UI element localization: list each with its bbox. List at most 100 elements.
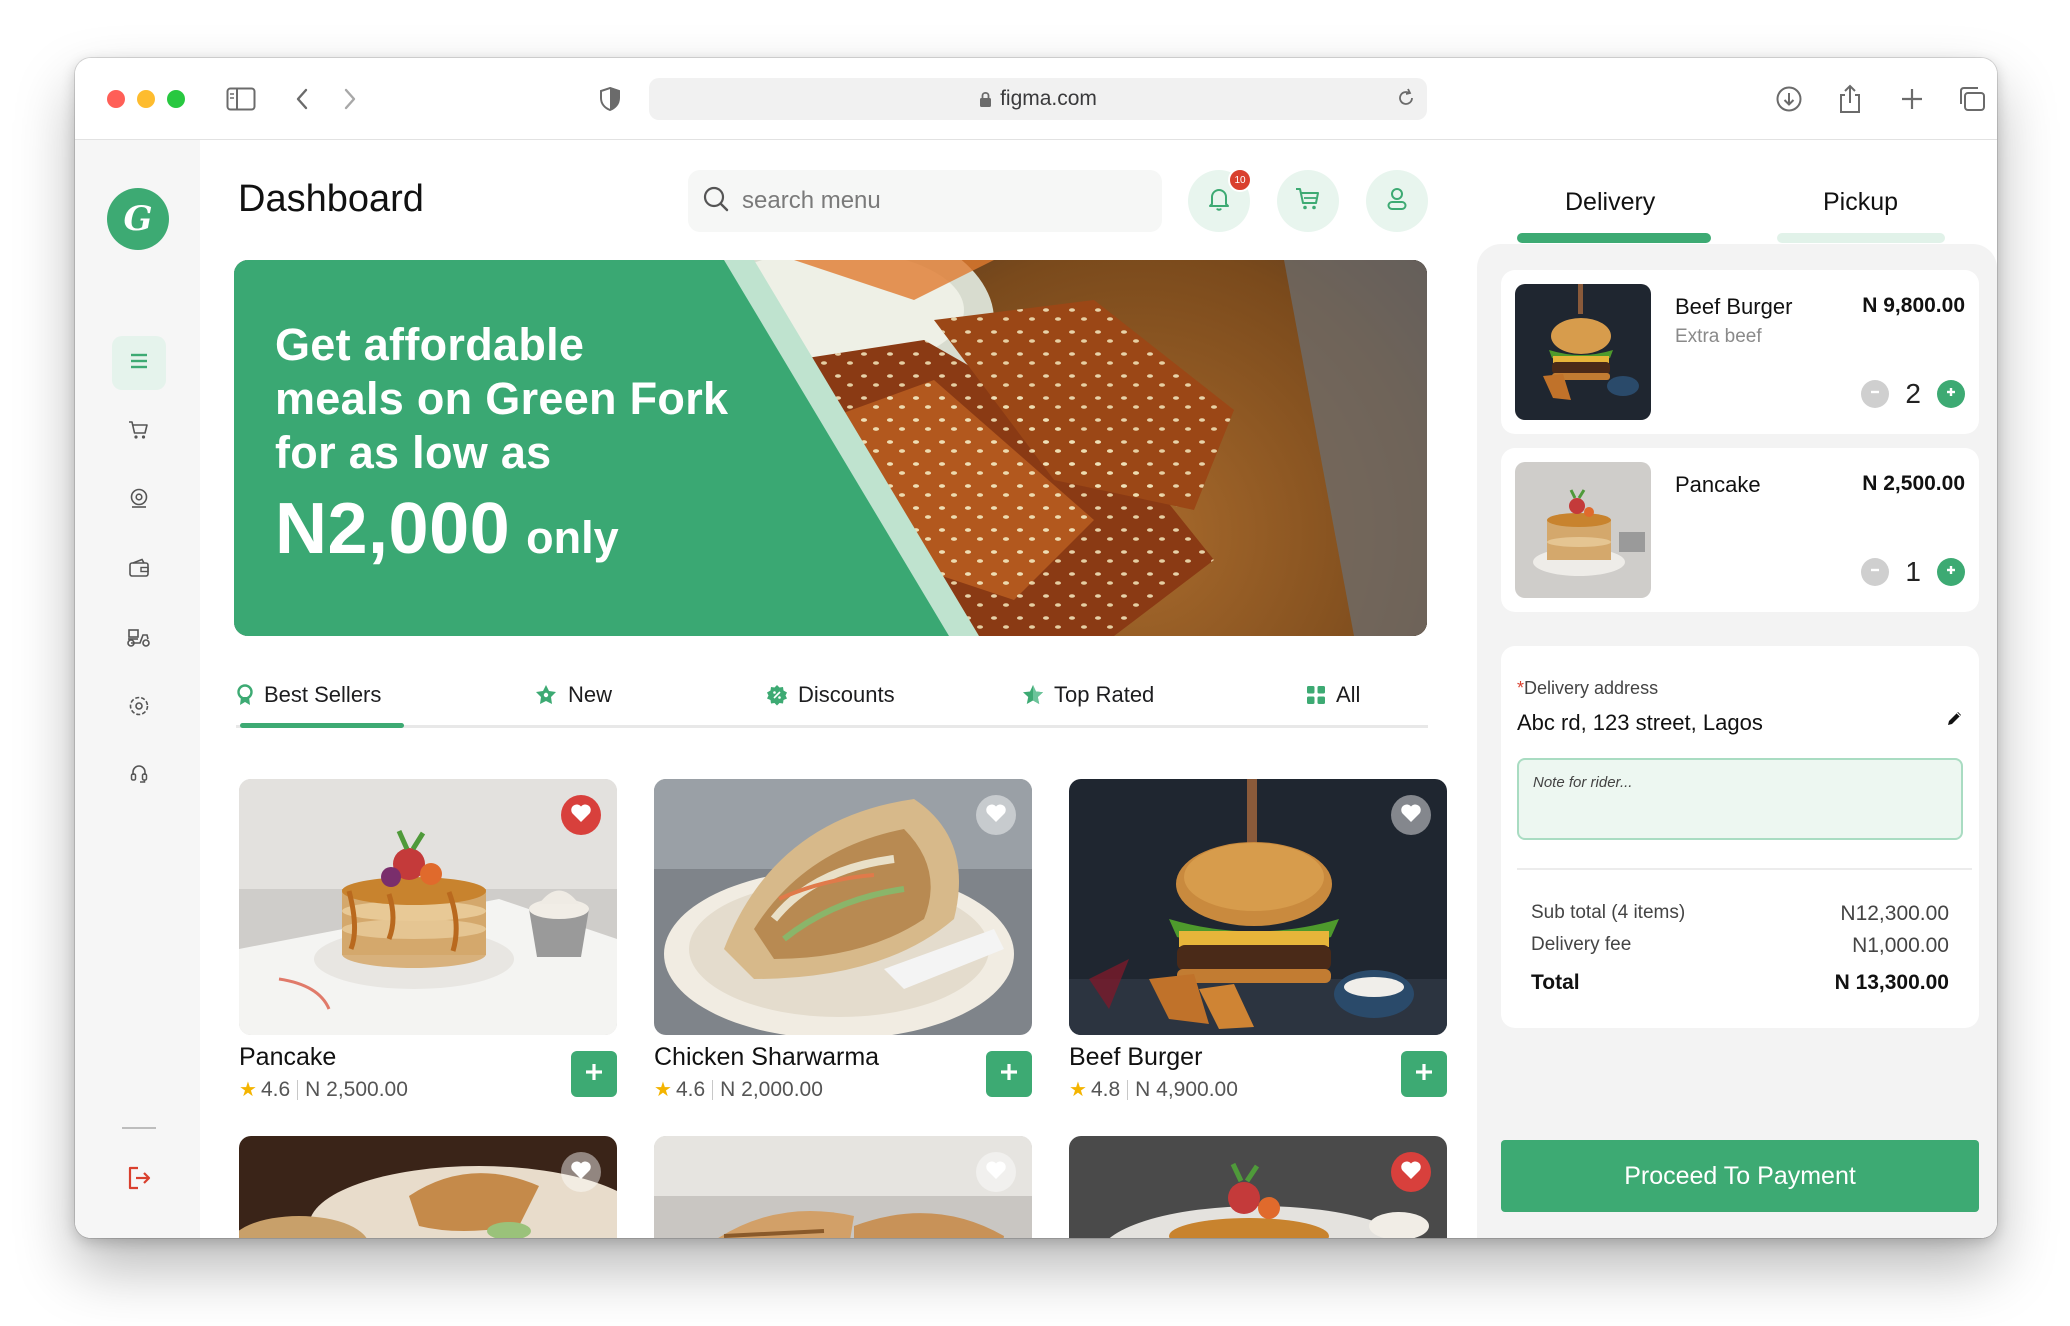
cart-icon <box>128 420 150 445</box>
cart-item-name: Beef Burger <box>1675 294 1793 319</box>
food-meta: ★ 4.8 N 4,900.00 <box>1069 1077 1238 1102</box>
favorite-button[interactable] <box>561 1152 601 1192</box>
add-to-cart-button[interactable] <box>986 1051 1032 1097</box>
tab-all[interactable]: All <box>1306 682 1360 708</box>
share-icon[interactable] <box>1831 80 1869 118</box>
food-rating: 4.6 <box>675 1077 706 1101</box>
tab-overview-icon[interactable] <box>1953 80 1991 118</box>
url-text: figma.com <box>1000 87 1097 110</box>
browser-window: figma.com G Dashboard search menu 10 Get… <box>75 58 1997 1238</box>
cart-item-image <box>1515 284 1651 420</box>
total-label: Total <box>1531 971 1580 994</box>
banner-line-3: for as low as <box>275 427 552 478</box>
sidebar-toggle-icon[interactable] <box>222 80 260 118</box>
rider-note-input[interactable] <box>1519 760 1961 838</box>
rating-star-icon: ★ <box>1069 1079 1087 1101</box>
close-window-button[interactable] <box>107 90 125 108</box>
sidebar-item-cart[interactable] <box>112 405 166 459</box>
food-image <box>654 779 1032 1035</box>
search-input[interactable] <box>742 187 1122 215</box>
search-box[interactable] <box>688 170 1162 232</box>
wallet-icon <box>128 558 150 583</box>
menu-card-chicken-sharwarma[interactable]: Chicken Sharwarma ★ 4.6 N 2,000.00 <box>654 779 1032 1101</box>
new-badge-icon <box>534 684 558 706</box>
delivery-address-value: Abc rd, 123 street, Lagos <box>1517 710 1763 735</box>
food-price: N 2,000.00 <box>720 1077 823 1101</box>
promo-banner[interactable]: Get affordable meals on Green Fork for a… <box>234 260 1427 636</box>
logout-button[interactable] <box>112 1153 166 1207</box>
tab-new[interactable]: New <box>534 682 612 708</box>
favorite-button[interactable] <box>561 795 601 835</box>
plus-icon <box>1944 385 1958 404</box>
heart-icon <box>570 803 592 828</box>
sidebar-item-delivery[interactable] <box>112 612 166 666</box>
forward-icon[interactable] <box>331 80 369 118</box>
summary-divider <box>1517 868 1972 870</box>
browser-toolbar: figma.com <box>75 58 1997 140</box>
required-mark: * <box>1517 678 1525 698</box>
total-value: N 13,300.00 <box>1834 971 1949 994</box>
minus-icon <box>1868 385 1882 404</box>
add-to-cart-button[interactable] <box>1401 1051 1447 1097</box>
delivery-address-label-text: Delivery address <box>1524 678 1659 698</box>
app: G Dashboard search menu 10 Get affordabl… <box>75 140 1997 1238</box>
proceed-to-payment-button[interactable]: Proceed To Payment <box>1501 1140 1979 1212</box>
back-icon[interactable] <box>283 80 321 118</box>
download-icon[interactable] <box>1770 80 1808 118</box>
menu-card-pancake[interactable]: Pancake ★ 4.6 N 2,500.00 <box>239 779 617 1101</box>
tab-discounts[interactable]: Discounts <box>766 682 895 708</box>
brand-logo[interactable]: G <box>107 188 169 250</box>
address-bar[interactable]: figma.com <box>649 78 1427 120</box>
zoom-window-button[interactable] <box>167 90 185 108</box>
favorite-button[interactable] <box>976 1152 1016 1192</box>
star-icon <box>1022 684 1044 706</box>
tab-best-sellers[interactable]: Best Sellers <box>236 682 381 708</box>
menu-card-beef-burger[interactable]: Beef Burger ★ 4.8 N 4,900.00 <box>1069 779 1447 1101</box>
sidebar-item-settings[interactable] <box>112 681 166 735</box>
cart-button[interactable] <box>1277 170 1339 232</box>
screen: figma.com G Dashboard search menu 10 Get… <box>0 0 2070 1326</box>
increase-quantity-button[interactable] <box>1937 380 1965 408</box>
add-to-cart-button[interactable] <box>571 1051 617 1097</box>
plus-icon <box>583 1061 605 1088</box>
tab-pickup[interactable]: Pickup <box>1823 188 1898 217</box>
meta-divider <box>1127 1079 1129 1100</box>
tab-delivery-indicator <box>1517 233 1711 243</box>
food-name: Chicken Sharwarma <box>654 1043 880 1071</box>
edit-address-icon[interactable] <box>1945 708 1965 733</box>
sidebar-item-support[interactable] <box>112 750 166 804</box>
category-label: Top Rated <box>1054 682 1155 707</box>
sidebar: G <box>75 140 200 1238</box>
menu-card[interactable] <box>239 1136 617 1238</box>
subtotal-value: N12,300.00 <box>1840 902 1949 925</box>
privacy-shield-icon[interactable] <box>591 80 629 118</box>
tab-delivery[interactable]: Delivery <box>1565 188 1655 217</box>
settings-icon <box>128 695 150 722</box>
food-image <box>654 1136 1032 1238</box>
decrease-quantity-button[interactable] <box>1861 380 1890 408</box>
plus-icon <box>1944 563 1958 582</box>
menu-card[interactable] <box>1069 1136 1447 1238</box>
favorite-button[interactable] <box>976 795 1016 835</box>
decrease-quantity-button[interactable] <box>1861 558 1890 586</box>
menu-card[interactable] <box>654 1136 1032 1238</box>
sidebar-item-wallet[interactable] <box>112 543 166 597</box>
sidebar-item-menu[interactable] <box>112 336 166 390</box>
increase-quantity-button[interactable] <box>1937 558 1965 586</box>
favorite-button[interactable] <box>1391 1152 1431 1192</box>
new-tab-icon[interactable] <box>1893 80 1931 118</box>
favorite-button[interactable] <box>1391 795 1431 835</box>
minimize-window-button[interactable] <box>137 90 155 108</box>
profile-button[interactable] <box>1366 170 1428 232</box>
notifications-button[interactable]: 10 <box>1188 168 1252 232</box>
bell-icon <box>1207 186 1231 217</box>
category-label: All <box>1336 682 1361 707</box>
cart-item-image <box>1515 462 1651 598</box>
tab-top-rated[interactable]: Top Rated <box>1022 682 1154 708</box>
reload-icon[interactable] <box>1395 87 1417 115</box>
rider-note-field[interactable] <box>1517 758 1963 840</box>
sidebar-item-location[interactable] <box>112 474 166 528</box>
cart-item-price: N 9,800.00 <box>1862 294 1965 317</box>
category-label: Best Sellers <box>264 682 382 707</box>
location-icon <box>129 488 149 515</box>
